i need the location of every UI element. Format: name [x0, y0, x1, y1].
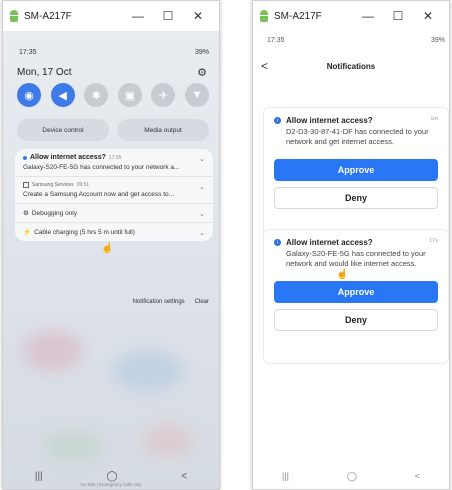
flashlight-icon[interactable]: ▼ [184, 83, 209, 107]
notification-list: Allow internet access? 17:35 Galaxy-S20-… [15, 149, 213, 241]
maximize-button[interactable]: ☐ [383, 9, 413, 23]
date-row: Mon, 17 Oct ⚙ [17, 66, 207, 79]
close-button[interactable]: ✕ [183, 9, 213, 23]
nav-bar: ||| ◯ < [3, 463, 219, 489]
sound-icon[interactable]: ◀ [50, 83, 75, 107]
phone-window-left: SM-A217F — ☐ ✕ 17:35 39% Mon, 17 Oct ⚙ ◉… [2, 0, 220, 490]
status-bar: 17:35 39% [267, 37, 445, 44]
notification-actions: Notification settings Clear [133, 299, 209, 305]
close-button[interactable]: ✕ [413, 9, 443, 23]
chevron-down-icon[interactable]: ⌄ [199, 229, 205, 237]
back-button[interactable]: < [181, 471, 187, 482]
device-control-button[interactable]: Device control [17, 119, 109, 141]
page-title: Notifications [326, 61, 376, 71]
approve-button[interactable]: Approve [274, 159, 438, 181]
notification-text: Debugging only [31, 209, 78, 217]
chevron-down-icon[interactable]: ⌄ [199, 183, 205, 191]
notification-title: Allow internet access? [30, 154, 106, 161]
nav-bar: ||| ◯ < [253, 463, 449, 489]
airplane-icon[interactable]: ✈ [151, 83, 176, 107]
approve-button[interactable]: Approve [274, 281, 438, 303]
window-title: SM-A217F [24, 10, 72, 22]
info-icon: i [274, 239, 281, 246]
status-battery: 39% [194, 49, 209, 56]
wifi-icon[interactable]: ◉ [17, 83, 41, 107]
recents-button[interactable]: ||| [282, 471, 289, 481]
app-header: < Notifications [253, 57, 449, 75]
date-label: Mon, 17 Oct [17, 67, 72, 78]
home-button[interactable]: ◯ [347, 471, 357, 482]
notifications-screen: 17:35 39% < Notifications i Allow intern… [253, 31, 449, 489]
gear-icon[interactable]: ⚙ [197, 66, 207, 79]
notification-debugging[interactable]: ⚙ Debugging only ⌄ [15, 204, 213, 223]
media-output-button[interactable]: Media output [117, 119, 209, 141]
chevron-down-icon[interactable]: ⌄ [199, 155, 205, 163]
notification-app: Samsung Services [32, 182, 74, 188]
info-icon: i [274, 117, 281, 124]
recents-button[interactable]: ||| [35, 471, 43, 482]
quick-settings: ◉ ◀ ✱ ▣ ✈ ▼ [17, 83, 209, 107]
back-button[interactable]: < [415, 471, 420, 481]
clear-button[interactable]: Clear [195, 299, 209, 305]
mouse-cursor-icon: ☝ [336, 269, 349, 280]
charging-icon: ⚡ [23, 229, 32, 236]
card-body: Galaxy-S20-FE-5G has connected to your n… [286, 249, 426, 268]
notification-card: i Allow internet access? 1m D2-D3-30-87-… [263, 107, 449, 242]
status-bar: 17:35 39% [19, 49, 209, 56]
status-time: 17:35 [19, 49, 37, 56]
card-time: 17s [429, 238, 438, 244]
app-dot-icon [23, 155, 27, 160]
home-button[interactable]: ◯ [106, 471, 117, 482]
pill-row: Device control Media output [17, 119, 209, 141]
deny-button[interactable]: Deny [274, 309, 438, 331]
window-titlebar: SM-A217F — ☐ ✕ [253, 1, 449, 31]
card-title: Allow internet access? [286, 238, 373, 247]
back-arrow-icon[interactable]: < [261, 59, 268, 73]
debug-icon: ⚙ [23, 210, 29, 217]
minimize-button[interactable]: — [353, 9, 383, 23]
notification-time: 09:51 [76, 182, 90, 188]
android-icon [259, 10, 269, 22]
notification-samsung[interactable]: Samsung Services 09:51 Create a Samsung … [15, 177, 213, 204]
notification-card: i Allow internet access? 17s Galaxy-S20-… [263, 229, 449, 364]
notification-time: 17:35 [108, 154, 122, 161]
notification-internet[interactable]: Allow internet access? 17:35 Galaxy-S20-… [15, 149, 213, 177]
chevron-down-icon[interactable]: ⌄ [199, 210, 205, 218]
phone-window-right: SM-A217F — ☐ ✕ 17:35 39% < Notifications… [252, 0, 450, 490]
notification-shade: 17:35 39% Mon, 17 Oct ⚙ ◉ ◀ ✱ ▣ ✈ ▼ Devi… [3, 31, 219, 489]
mouse-cursor-icon: ☝ [101, 243, 114, 254]
rotate-icon[interactable]: ▣ [117, 83, 142, 107]
deny-button[interactable]: Deny [274, 187, 438, 209]
status-battery: 39% [430, 37, 445, 44]
notification-text: Cable charging (5 hrs 5 m until full) [34, 228, 135, 236]
card-body: D2-D3-30-87-41-DF has connected to your … [286, 127, 429, 146]
maximize-button[interactable]: ☐ [153, 9, 183, 23]
notification-text: Create a Samsung Account now and get acc… [23, 191, 175, 198]
window-titlebar: SM-A217F — ☐ ✕ [3, 1, 219, 31]
samsung-app-icon [23, 182, 29, 188]
android-icon [9, 10, 19, 22]
minimize-button[interactable]: — [123, 9, 153, 23]
card-time: 1m [430, 116, 438, 122]
notification-settings-button[interactable]: Notification settings [133, 299, 185, 305]
bluetooth-icon[interactable]: ✱ [84, 83, 109, 107]
notification-text: Galaxy-S20-FE-5G has connected to your n… [23, 164, 180, 171]
window-title: SM-A217F [274, 10, 322, 22]
status-time: 17:35 [267, 37, 285, 44]
card-title: Allow internet access? [286, 116, 373, 125]
notification-charging[interactable]: ⚡ Cable charging (5 hrs 5 m until full) … [15, 223, 213, 241]
